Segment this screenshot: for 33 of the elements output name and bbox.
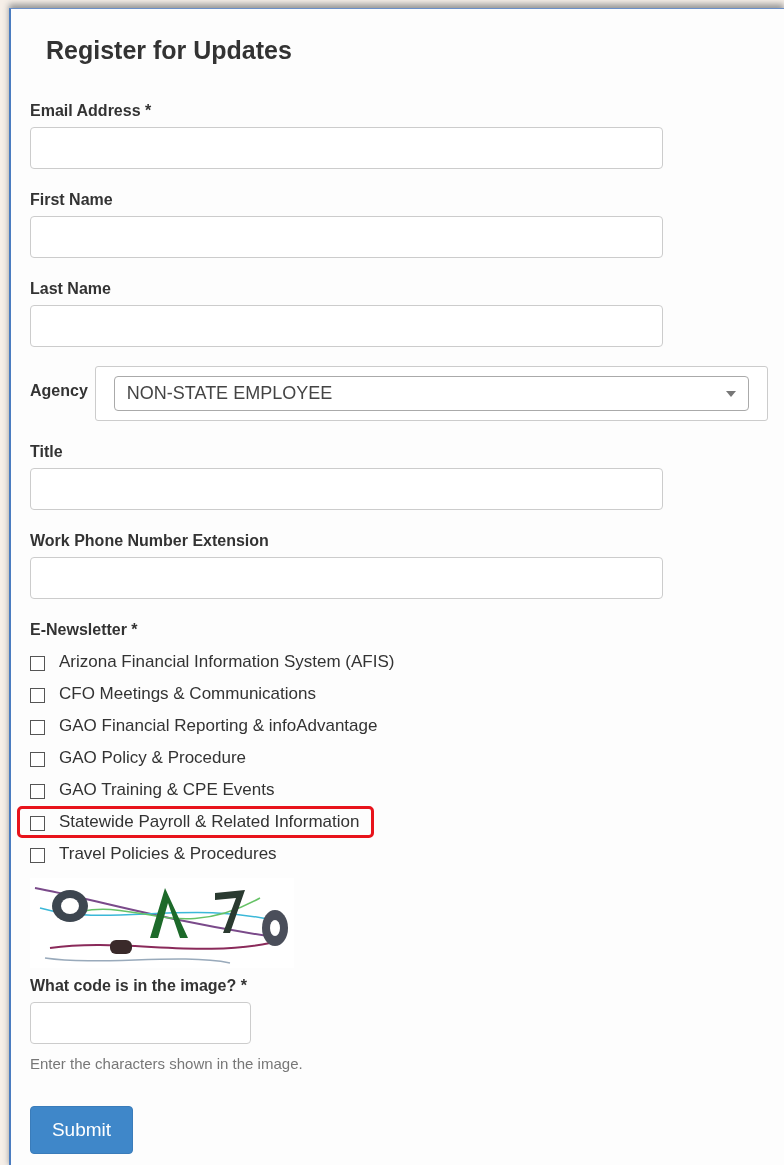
input-field[interactable] [30,1002,251,1044]
checkbox[interactable] [30,655,45,671]
help-text: Enter the characters shown in the image. [30,1055,304,1074]
field-label: Email Address * [30,101,152,121]
checkbox[interactable] [30,815,45,831]
checkbox[interactable] [30,687,45,703]
option-label[interactable]: CFO Meetings & Communications [59,684,316,704]
option-label[interactable]: Statewide Payroll & Related Information [59,812,360,832]
checkbox[interactable] [30,847,45,863]
field-label: What code is in the image? * [30,976,247,996]
input-field[interactable] [30,216,663,258]
option-label[interactable]: Travel Policies & Procedures [59,844,277,864]
checkbox[interactable] [30,719,45,735]
form-title: Register for Updates [46,35,293,66]
field-label: Agency [30,380,88,401]
input-field[interactable] [30,557,663,599]
field-label: First Name [30,190,113,210]
field-label: Last Name [30,279,111,299]
option-label[interactable]: GAO Training & CPE Events [59,780,275,800]
submit-button[interactable]: Submit [30,1106,133,1154]
field-label: Title [30,442,63,462]
field-label: Work Phone Number Extension [30,531,269,551]
input-field[interactable] [30,305,663,347]
checkbox[interactable] [30,783,45,799]
option-label[interactable]: GAO Financial Reporting & infoAdvantage [59,716,378,736]
input-field[interactable] [30,127,663,169]
option-label[interactable]: Arizona Financial Information System (AFIS) [59,652,395,672]
agency-select[interactable]: NON-STATE EMPLOYEE [113,376,749,411]
checkbox[interactable] [30,751,45,767]
option-label[interactable]: GAO Policy & Procedure [59,748,247,768]
caret-icon [725,390,736,397]
field-label: E-Newsletter * [30,620,138,640]
input-field[interactable] [30,468,663,510]
